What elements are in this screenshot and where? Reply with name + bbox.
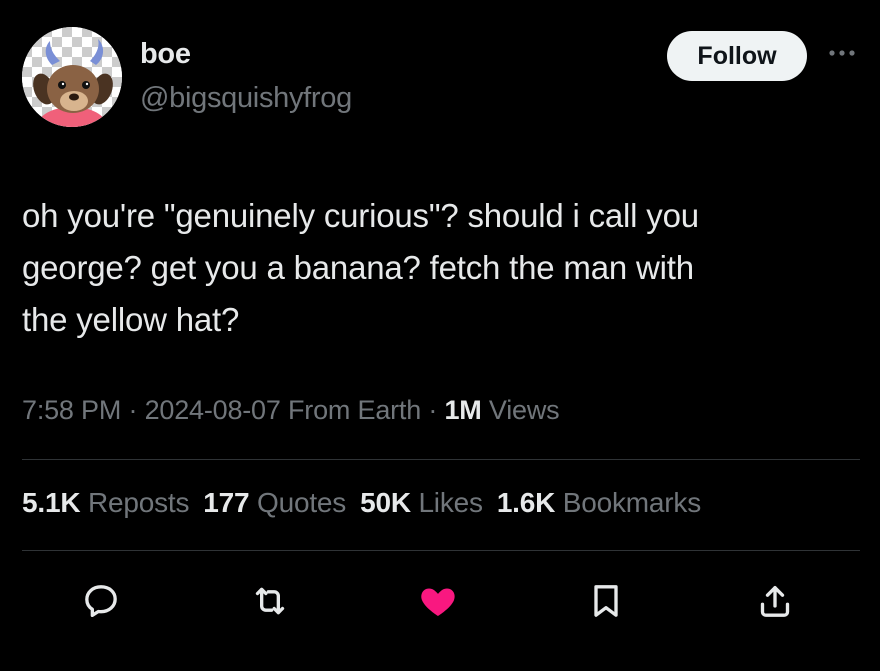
tweet-stats: 5.1K Reposts 177 Quotes 50K Likes 1.6K Book…	[22, 487, 715, 519]
views-count[interactable]: 1M	[444, 395, 481, 425]
bookmark-icon[interactable]	[581, 576, 631, 626]
display-name[interactable]: boe	[140, 38, 191, 71]
divider	[22, 550, 860, 551]
divider	[22, 459, 860, 460]
likes-stat[interactable]: 50K Likes	[360, 487, 483, 519]
tweet-text: oh you're "genuinely curious"? should i …	[22, 197, 699, 338]
tweet-source: From Earth	[288, 395, 422, 425]
tweet-meta: 7:58 PM · 2024-08-07 From Earth · 1M Vie…	[22, 395, 560, 426]
views-label: Views	[488, 395, 560, 425]
more-horizontal-icon[interactable]	[822, 38, 862, 68]
meta-separator: ·	[428, 395, 438, 425]
meta-separator: ·	[128, 395, 138, 425]
repost-icon[interactable]	[245, 576, 295, 626]
quotes-count: 177	[203, 487, 250, 518]
reposts-count: 5.1K	[22, 487, 81, 518]
bookmarks-stat[interactable]: 1.6K Bookmarks	[497, 487, 701, 519]
likes-count: 50K	[360, 487, 411, 518]
follow-button[interactable]: Follow	[667, 31, 807, 81]
reply-icon[interactable]	[76, 576, 126, 626]
tweet-time[interactable]: 7:58 PM	[22, 395, 121, 425]
quotes-stat[interactable]: 177 Quotes	[203, 487, 346, 519]
avatar[interactable]	[22, 27, 122, 127]
user-handle[interactable]: @bigsquishyfrog	[140, 82, 352, 115]
tweet-date[interactable]: 2024-08-07	[145, 395, 281, 425]
bookmarks-count: 1.6K	[496, 487, 556, 518]
quotes-label: Quotes	[257, 487, 347, 518]
reposts-label: Reposts	[87, 487, 190, 518]
tweet-header: boe @bigsquishyfrog Follow	[0, 0, 880, 140]
likes-label: Likes	[418, 487, 483, 518]
reposts-stat[interactable]: 5.1K Reposts	[22, 487, 189, 519]
bookmarks-label: Bookmarks	[562, 487, 702, 518]
heart-icon[interactable]	[413, 576, 463, 626]
action-bar	[0, 576, 880, 626]
share-icon[interactable]	[750, 576, 800, 626]
